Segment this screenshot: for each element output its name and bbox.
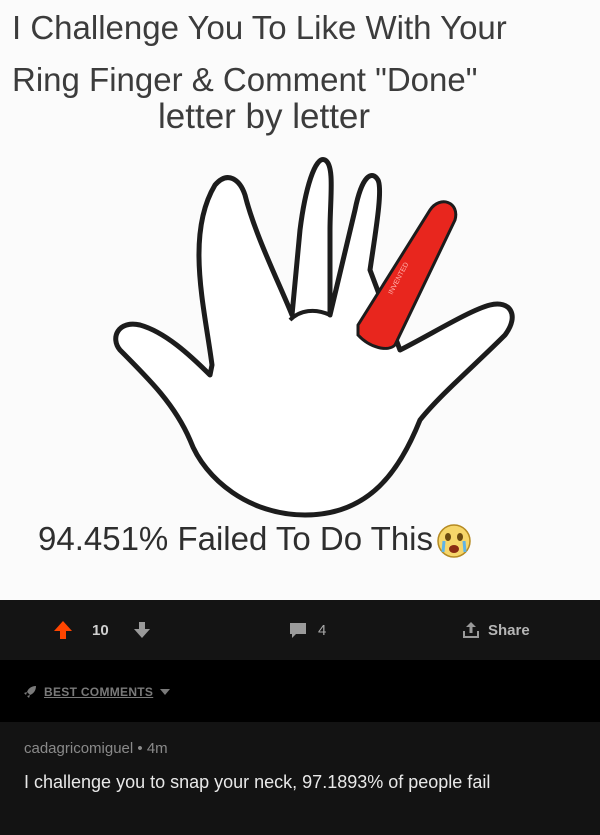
share-button[interactable]: Share: [462, 600, 530, 660]
comment-author[interactable]: cadagricomiguel: [24, 740, 133, 757]
comment-icon: [290, 623, 306, 638]
comment-meta: cadagricomiguel • 4m: [24, 740, 168, 757]
post-action-bar: 10 4 Share: [0, 600, 600, 660]
chevron-down-icon: [160, 689, 171, 695]
comment-sort-bar: BEST COMMENTS: [0, 660, 600, 722]
comment-age: 4m: [146, 740, 168, 757]
crying-face-icon: [437, 524, 471, 559]
comment-item[interactable]: cadagricomiguel • 4m I challenge you to …: [0, 722, 600, 835]
arrow-down-icon: [134, 622, 150, 638]
meta-separator: •: [137, 740, 143, 757]
comment-count: 4: [318, 621, 327, 639]
headline-line-1: I Challenge You To Like With Your: [12, 9, 507, 46]
comments-button[interactable]: 4: [288, 600, 326, 660]
rocket-icon: [24, 686, 36, 698]
arrow-up-icon: [54, 621, 72, 639]
vote-count: 10: [92, 621, 109, 639]
upvote-button[interactable]: [52, 600, 74, 660]
comment-sort-dropdown[interactable]: BEST COMMENTS: [22, 684, 171, 700]
post-image[interactable]: I Challenge You To Like With Your Ring F…: [0, 0, 600, 600]
challenge-headline: I Challenge You To Like With Your Ring F…: [12, 2, 600, 106]
challenge-subline: letter by letter: [158, 97, 371, 136]
downvote-button[interactable]: [132, 600, 152, 660]
hand-drawing: INVENTED: [113, 157, 515, 518]
share-label: Share: [488, 621, 530, 639]
fail-rate-text: 94.451% Failed To Do This: [38, 520, 434, 557]
share-icon: [463, 622, 479, 638]
sort-label: BEST COMMENTS: [44, 685, 154, 699]
comment-body: I challenge you to snap your neck, 97.18…: [24, 772, 491, 792]
fail-rate-caption: 94.451% Failed To Do This: [38, 520, 473, 560]
